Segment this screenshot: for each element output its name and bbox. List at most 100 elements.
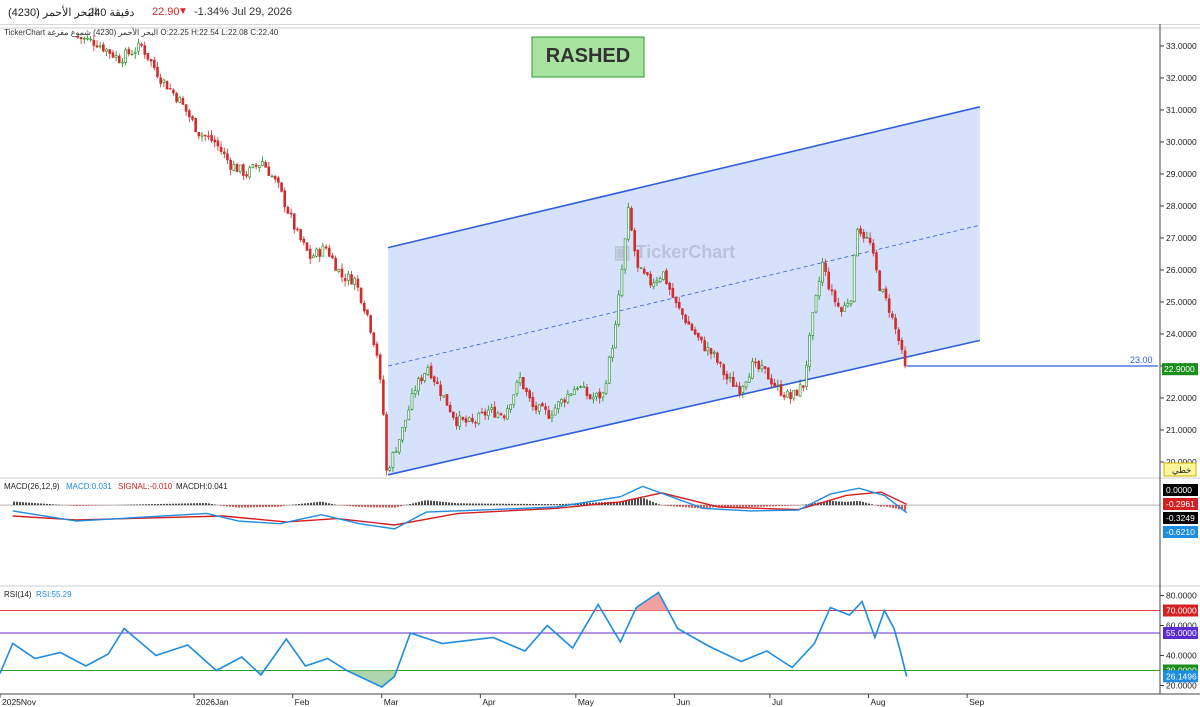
candle-body [102,44,105,52]
candle-body [273,175,277,180]
candle-body [824,262,827,272]
candle-body [334,257,337,271]
candle-body [846,303,850,307]
macd-axis-tag: -0.6210 [1166,527,1195,537]
candle-body [133,51,137,54]
candle-body [191,116,194,120]
candle-body [633,230,636,252]
candle-body [483,411,487,416]
candle-body [681,308,684,315]
candle-body [382,379,385,415]
candle-body [168,88,172,90]
candle-body [207,135,210,138]
candle-body [658,278,662,282]
candle-body [261,161,264,166]
channel-fill [388,106,980,475]
candle-body [747,376,751,383]
candle-body [369,315,372,333]
candle-body [458,415,462,427]
candle-body [286,206,290,214]
macd-axis-tag: 0.0000 [1166,485,1192,495]
candle-body [655,280,659,284]
candle-body [693,329,697,335]
price-tick-label: 31.0000 [1166,105,1197,115]
candle-body [162,79,166,83]
candle-body [445,394,449,406]
candle-body [432,376,436,383]
candle-body [687,321,691,325]
candle-body [366,309,369,315]
candle-body [776,384,780,387]
candle-body [461,416,465,420]
candle-body [550,414,554,418]
candle-body [741,385,745,394]
candle-body [436,381,439,385]
price-tick-label: 33.0000 [1166,41,1197,51]
candle-body [677,301,681,309]
candle-body [614,324,617,349]
candle-body [512,394,516,406]
candle-body [318,249,322,257]
candle-body [601,392,605,398]
candle-body [789,392,792,400]
candle-body [216,140,220,147]
candle-body [560,399,563,404]
candle-body [757,361,761,370]
chart-canvas[interactable]: ▣ TickerChart 33.0000 32.0000 31.0000 30.00… [0,0,1200,707]
candle-body [83,37,86,40]
candle-body [630,207,633,231]
candle-body [280,182,283,192]
watermark-brand: ▣ TickerChart [614,242,736,262]
rsi-axis-tag: 55.0000 [1166,628,1197,638]
rsi-axis-tag: 26.1496 [1166,671,1197,681]
candle-body [267,166,271,176]
candle-body [557,401,560,410]
candle-body [611,348,614,358]
candle-body [490,407,493,410]
candle-body [840,307,843,313]
candle-body [703,340,706,352]
candle-body [137,42,140,52]
candle-body [149,59,153,62]
candle-body [585,386,589,397]
candle-body [108,49,112,54]
candle-body [359,287,363,303]
candle-body [331,255,334,259]
candle-body [731,376,735,387]
rsi-tick-label: 80.0000 [1166,591,1197,601]
time-tick-label: Jul [772,697,783,707]
candle-body [232,164,236,171]
candle-body [178,96,182,103]
candle-body [868,237,872,244]
candle-body [499,413,503,416]
time-tick-label: Mar [384,697,399,707]
candle-body [187,110,191,118]
candle-body [811,312,815,336]
candle-body [891,313,894,318]
candle-body [566,393,570,403]
candle-body [426,367,430,375]
candle-body [410,393,414,410]
candle-body [292,213,296,230]
candle-body [397,439,401,453]
candle-body [248,167,252,178]
candle-body [305,242,309,251]
candle-body [327,247,331,257]
candle-body [814,294,818,313]
candle-body [684,314,687,323]
candle-body [92,39,96,46]
macd-legend-title: MACD(26,12,9) [4,482,60,491]
candle-body [728,376,732,379]
candle-body [572,389,576,395]
candle-body [760,364,764,370]
candle-body [506,408,509,420]
price-tick-label: 28.0000 [1166,201,1197,211]
candle-body [152,59,156,69]
candle-body [830,289,834,292]
candle-body [184,104,188,112]
candle-body [105,48,108,52]
candle-body [617,294,621,325]
candle-body [238,164,242,172]
candle-body [773,382,776,387]
candle-body [502,415,506,419]
